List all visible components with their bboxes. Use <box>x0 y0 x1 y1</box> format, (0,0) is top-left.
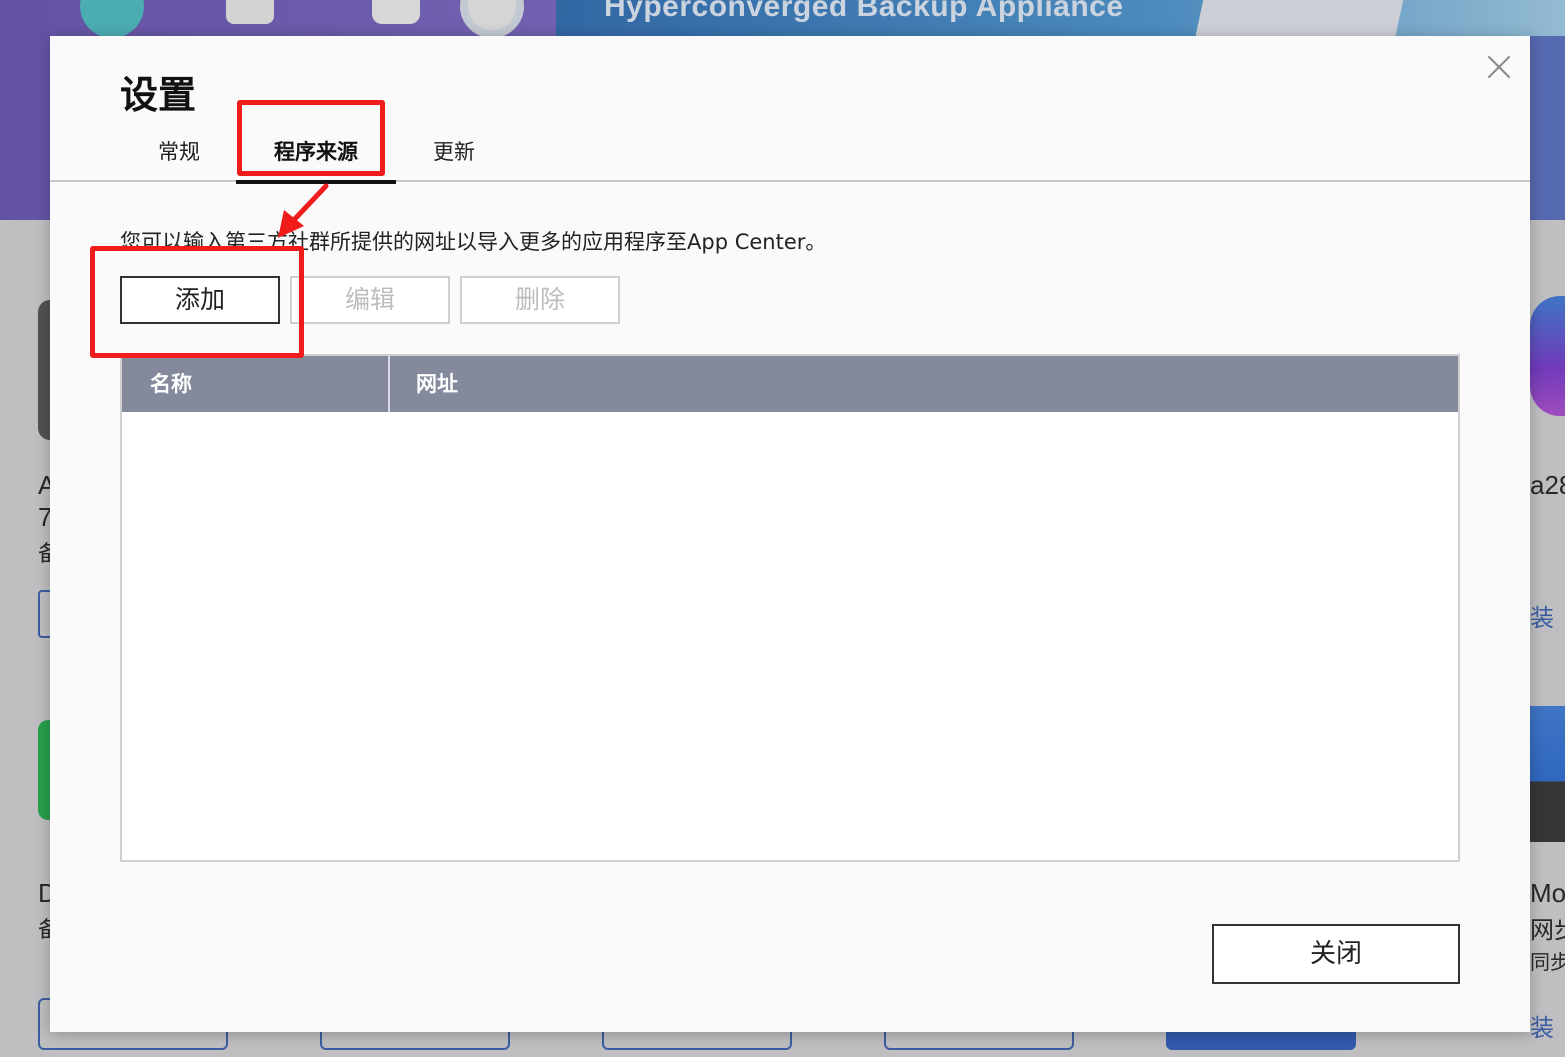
settings-tabs: 常规 程序来源 更新 <box>50 132 1530 184</box>
settings-dialog: 设置 常规 程序来源 更新 您可以输入第三方社群所提供的网址以导入更多的应用程序… <box>50 36 1530 1032</box>
column-divider[interactable] <box>388 356 390 412</box>
edit-button: 编辑 <box>290 276 450 324</box>
close-icon[interactable] <box>1482 50 1518 86</box>
column-header-url[interactable]: 网址 <box>416 356 458 412</box>
tab-app-source[interactable]: 程序来源 <box>236 132 396 184</box>
table-header: 名称 网址 <box>122 356 1458 412</box>
delete-button: 删除 <box>460 276 620 324</box>
app-source-table: 名称 网址 <box>120 354 1460 862</box>
dialog-title: 设置 <box>120 73 197 117</box>
tab-general[interactable]: 常规 <box>140 132 218 182</box>
app-source-description: 您可以输入第三方社群所提供的网址以导入更多的应用程序至App Center。 <box>120 230 827 254</box>
column-header-name[interactable]: 名称 <box>150 356 192 412</box>
add-button[interactable]: 添加 <box>120 276 280 324</box>
close-button[interactable]: 关闭 <box>1212 924 1460 984</box>
tab-update[interactable]: 更新 <box>414 132 494 182</box>
